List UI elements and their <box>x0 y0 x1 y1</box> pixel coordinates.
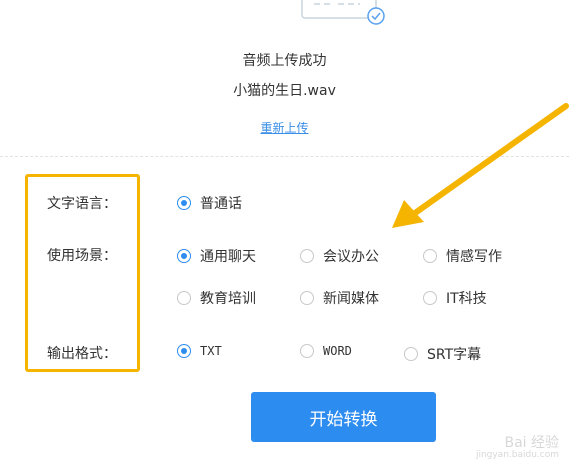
radio-unchecked-icon <box>177 291 191 305</box>
radio-label: 普通话 <box>200 196 242 212</box>
scene-option-emotional-writing[interactable]: 情感写作 <box>423 246 502 266</box>
scene-option-news-media[interactable]: 新闻媒体 <box>300 288 379 308</box>
watermark-line1: Bai 经验 <box>504 434 559 451</box>
radio-unchecked-icon <box>300 344 314 358</box>
scene-option-it-tech[interactable]: IT科技 <box>423 288 487 308</box>
radio-label: 通用聊天 <box>200 249 256 265</box>
radio-unchecked-icon <box>300 291 314 305</box>
radio-label: 情感写作 <box>446 249 502 265</box>
radio-unchecked-icon <box>423 291 437 305</box>
radio-label: 新闻媒体 <box>323 291 379 307</box>
radio-unchecked-icon <box>300 249 314 263</box>
scene-option-education[interactable]: 教育培训 <box>177 288 256 308</box>
radio-label: TXT <box>200 344 222 358</box>
radio-checked-icon <box>177 344 191 358</box>
scene-option-meeting[interactable]: 会议办公 <box>300 246 379 266</box>
upload-status-text: 音频上传成功 <box>242 53 327 69</box>
watermark-line2: jingyan.baidu.com <box>475 450 559 461</box>
uploaded-filename: 小猫的生日.wav <box>233 83 336 99</box>
scene-option-general-chat[interactable]: 通用聊天 <box>177 246 256 266</box>
watermark: Bai 经验 jingyan.baidu.com <box>475 434 559 461</box>
reupload-link[interactable]: 重新上传 <box>260 121 308 135</box>
radio-label: WORD <box>323 344 352 358</box>
radio-checked-icon <box>177 196 191 210</box>
radio-label: SRT字幕 <box>427 347 482 363</box>
output-option-word[interactable]: WORD <box>300 344 352 358</box>
radio-label: 会议办公 <box>323 249 379 265</box>
output-option-txt[interactable]: TXT <box>177 344 222 358</box>
radio-checked-icon <box>177 249 191 263</box>
start-convert-button[interactable]: 开始转换 <box>251 392 436 442</box>
language-label: 文字语言： <box>47 196 117 212</box>
scene-label: 使用场景： <box>47 248 117 264</box>
language-option-mandarin[interactable]: 普通话 <box>177 193 242 213</box>
output-format-label: 输出格式： <box>47 346 117 362</box>
annotation-arrow-icon <box>392 103 569 228</box>
radio-unchecked-icon <box>404 347 418 361</box>
output-option-srt[interactable]: SRT字幕 <box>404 344 481 364</box>
radio-unchecked-icon <box>423 249 437 263</box>
radio-label: 教育培训 <box>200 291 256 307</box>
file-upload-success-icon <box>301 0 385 25</box>
radio-label: IT科技 <box>446 291 487 307</box>
